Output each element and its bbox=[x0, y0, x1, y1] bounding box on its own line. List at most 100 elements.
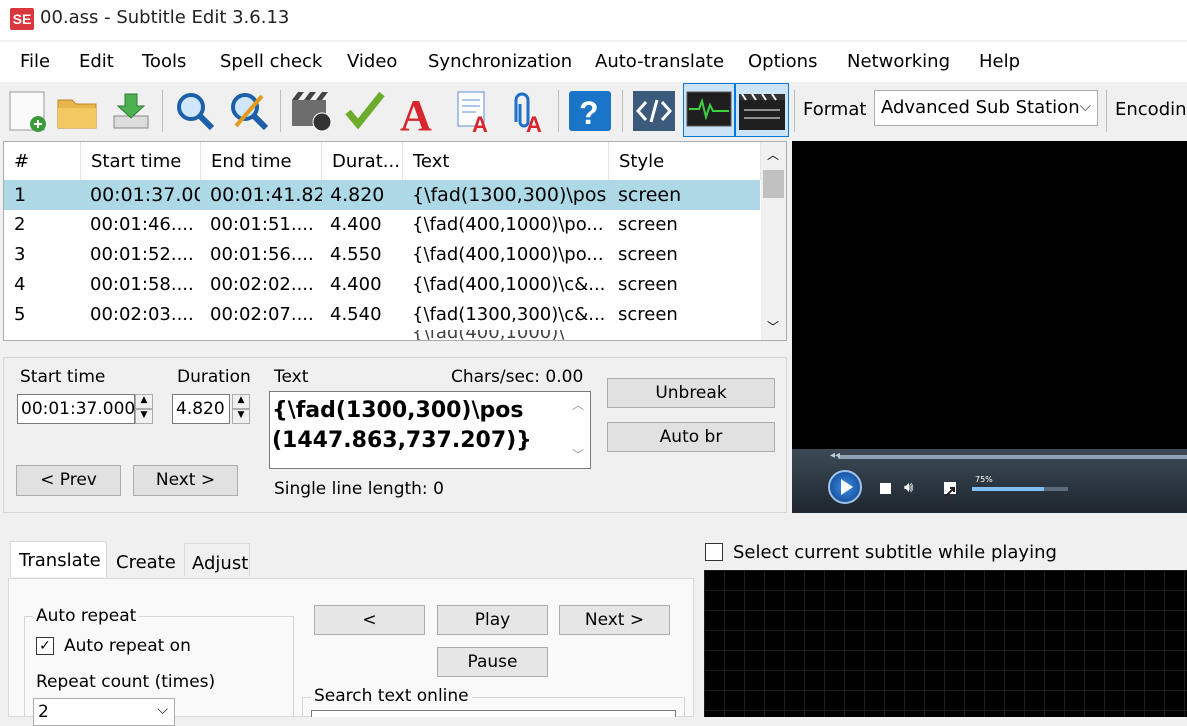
video-toggle-icon[interactable] bbox=[735, 83, 789, 137]
row-number: 5 bbox=[14, 304, 26, 325]
fullscreen-icon[interactable] bbox=[944, 482, 956, 497]
search-online-label: Search text online bbox=[311, 686, 472, 706]
replace-icon[interactable] bbox=[226, 88, 272, 134]
prev-button[interactable]: < Prev bbox=[16, 465, 121, 496]
repeat-count-select[interactable]: 2 ⌵ bbox=[33, 698, 175, 726]
column-header-text[interactable]: Text bbox=[403, 142, 609, 180]
format-select[interactable]: Advanced Sub Station ⌵ bbox=[874, 90, 1098, 126]
waveform-toggle-icon[interactable] bbox=[683, 83, 735, 137]
stop-icon[interactable] bbox=[880, 483, 891, 494]
row-duration: 4.550 bbox=[330, 244, 382, 265]
menu-file[interactable]: File bbox=[20, 51, 50, 72]
window-title: 00.ass - Subtitle Edit 3.6.13 bbox=[40, 7, 290, 28]
new-file-icon[interactable] bbox=[4, 88, 50, 134]
seek-bar[interactable] bbox=[838, 455, 1187, 459]
tab-create[interactable]: Create bbox=[109, 543, 180, 576]
spell-check-icon[interactable] bbox=[342, 88, 388, 134]
menu-edit[interactable]: Edit bbox=[79, 51, 114, 72]
menu-spell-check[interactable]: Spell check bbox=[220, 51, 322, 72]
menu-auto-translate[interactable]: Auto-translate bbox=[595, 51, 724, 72]
row-number: 3 bbox=[14, 244, 26, 265]
title-bar: SE 00.ass - Subtitle Edit 3.6.13 bbox=[0, 0, 1187, 40]
play-button[interactable]: Play bbox=[437, 605, 548, 635]
column-header-start-time[interactable]: Start time bbox=[81, 142, 201, 180]
scrollbar-thumb[interactable] bbox=[763, 170, 784, 198]
duration-down-button[interactable]: ▼ bbox=[232, 409, 250, 424]
menu-video[interactable]: Video bbox=[347, 51, 397, 72]
row-style: screen bbox=[618, 304, 678, 325]
column-header-style[interactable]: Style bbox=[609, 142, 761, 180]
subtitle-text-area[interactable]: {\fad(1300,300)\pos (1447.863,737.207)} … bbox=[269, 391, 591, 469]
table-row[interactable]: 1 00:01:37.000 00:01:41.820 4.820 {\fad(… bbox=[4, 180, 760, 210]
row-number: 4 bbox=[14, 274, 26, 295]
chevron-down-icon[interactable]: ﹀ bbox=[767, 318, 779, 335]
menu-networking[interactable]: Networking bbox=[847, 51, 950, 72]
volume-icon[interactable]: 🔊︎ bbox=[904, 478, 913, 496]
toolbar: A A A ? Format Advanced Sub Station ⌵ En… bbox=[0, 82, 1187, 140]
svg-text:A: A bbox=[472, 112, 488, 134]
help-icon[interactable]: ? bbox=[568, 88, 614, 134]
visual-sync-icon[interactable] bbox=[288, 88, 334, 134]
row-style: screen bbox=[618, 184, 682, 206]
duration-label: Duration bbox=[177, 367, 251, 387]
table-row[interactable]: 3 00:01:52.... 00:01:56.... 4.550 {\fad(… bbox=[4, 240, 760, 270]
menu-options[interactable]: Options bbox=[748, 51, 817, 72]
row-end-time: 00:01:56.... bbox=[210, 244, 314, 265]
subtitle-list[interactable]: # Start time End time Durat... Text Styl… bbox=[3, 141, 787, 341]
pause-button[interactable]: Pause bbox=[437, 647, 548, 677]
waveform-panel[interactable] bbox=[704, 570, 1187, 717]
open-folder-icon[interactable] bbox=[54, 88, 100, 134]
row-text: {\fad(400,1000)\po... bbox=[412, 214, 604, 235]
single-line-length: Single line length: 0 bbox=[274, 479, 444, 499]
attach-icon[interactable]: A bbox=[504, 88, 550, 137]
table-row[interactable]: {\fad(400,1000)\ bbox=[4, 330, 760, 340]
tab-adjust[interactable]: Adjust bbox=[184, 543, 250, 576]
previous-button[interactable]: < bbox=[314, 605, 425, 635]
table-row[interactable]: 2 00:01:46.... 00:01:51.... 4.400 {\fad(… bbox=[4, 210, 760, 240]
repeat-count-label: Repeat count (times) bbox=[36, 672, 216, 692]
row-end-time: 00:02:02.... bbox=[210, 274, 314, 295]
start-time-up-button[interactable]: ▲ bbox=[135, 394, 153, 409]
auto-repeat-checkbox[interactable]: ✓ bbox=[36, 637, 54, 655]
app-icon: SE bbox=[10, 8, 34, 30]
menu-help[interactable]: Help bbox=[979, 51, 1020, 72]
svg-text:A: A bbox=[526, 112, 542, 134]
select-current-checkbox[interactable] bbox=[705, 543, 723, 561]
start-time-down-button[interactable]: ▼ bbox=[135, 409, 153, 424]
column-header-number[interactable]: # bbox=[4, 142, 81, 180]
table-row[interactable]: 4 00:01:58.... 00:02:02.... 4.400 {\fad(… bbox=[4, 270, 760, 300]
fix-errors-icon[interactable]: A bbox=[450, 88, 496, 137]
unbreak-button[interactable]: Unbreak bbox=[607, 378, 775, 408]
column-header-duration[interactable]: Durat... bbox=[322, 142, 403, 180]
list-scrollbar[interactable]: ︿ ﹀ bbox=[761, 142, 786, 340]
font-a-icon[interactable]: A bbox=[396, 88, 442, 140]
chevron-down-icon[interactable]: ﹀ bbox=[572, 446, 584, 463]
source-view-icon[interactable] bbox=[632, 88, 678, 134]
column-header-end-time[interactable]: End time bbox=[201, 142, 322, 180]
next-subtitle-button[interactable]: Next > bbox=[559, 605, 670, 635]
table-row[interactable]: 5 00:02:03.... 00:02:07.... 4.540 {\fad(… bbox=[4, 300, 760, 330]
chevron-up-icon[interactable]: ︿ bbox=[767, 146, 779, 163]
search-online-input[interactable] bbox=[311, 710, 676, 717]
volume-slider[interactable] bbox=[972, 487, 1068, 491]
play-icon[interactable] bbox=[828, 470, 862, 504]
duration-input[interactable]: 4.820 bbox=[172, 394, 230, 424]
auto-br-button[interactable]: Auto br bbox=[607, 422, 775, 452]
row-text: {\fad(1300,300)\pos( bbox=[412, 184, 608, 206]
next-button[interactable]: Next > bbox=[133, 465, 238, 496]
menu-tools[interactable]: Tools bbox=[142, 51, 186, 72]
chevron-up-icon[interactable]: ︿ bbox=[572, 396, 584, 413]
row-end-time: 00:02:07.... bbox=[210, 304, 314, 325]
format-label: Format bbox=[803, 99, 867, 120]
start-time-input[interactable]: 00:01:37.000 bbox=[17, 394, 135, 424]
download-icon[interactable] bbox=[108, 88, 154, 134]
menu-synchronization[interactable]: Synchronization bbox=[428, 51, 572, 72]
find-icon[interactable] bbox=[172, 88, 218, 134]
rewind-icon[interactable]: ◂◂ bbox=[830, 450, 840, 461]
duration-up-button[interactable]: ▲ bbox=[232, 394, 250, 409]
row-text: {\fad(1300,300)\c&... bbox=[412, 304, 606, 325]
video-controls: ◂◂ 🔊︎ 75% bbox=[792, 449, 1187, 513]
row-start-time: 00:02:03.... bbox=[90, 304, 194, 325]
tab-translate[interactable]: Translate bbox=[10, 541, 107, 577]
row-duration: 4.820 bbox=[330, 184, 385, 206]
